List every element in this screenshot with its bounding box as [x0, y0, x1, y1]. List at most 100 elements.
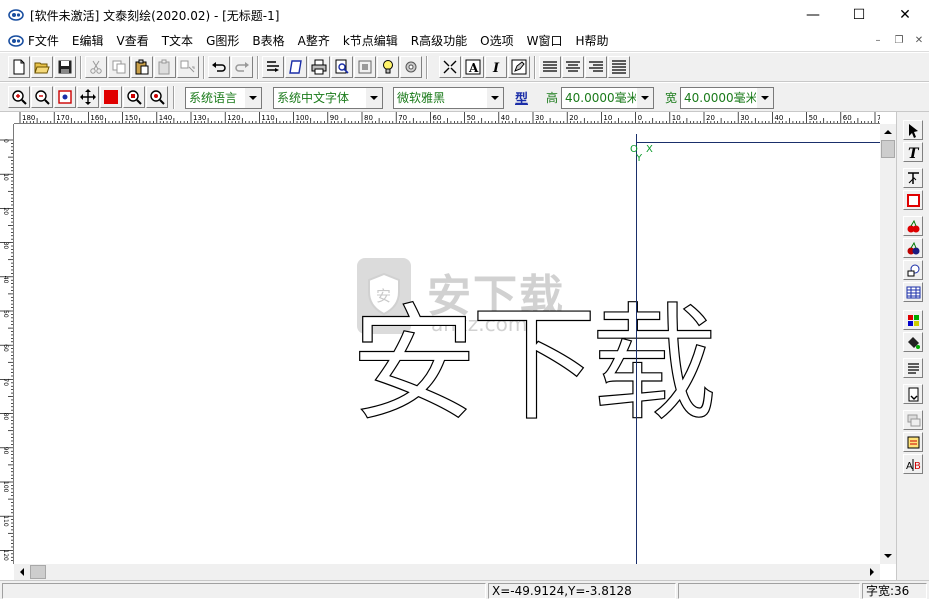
- pointer-arrow-icon: [908, 123, 918, 138]
- cut-button[interactable]: [85, 56, 107, 78]
- zoom-page-button[interactable]: [54, 86, 76, 108]
- zoom-selection-icon: [127, 90, 142, 105]
- mdi-minimize-button[interactable]: –: [870, 33, 886, 47]
- menu-graphics[interactable]: G图形: [206, 32, 239, 49]
- zoom-all-button[interactable]: [146, 86, 168, 108]
- arrange-button[interactable]: [439, 56, 461, 78]
- mdi-restore-button[interactable]: ❐: [891, 33, 907, 47]
- menu-options[interactable]: O选项: [480, 32, 513, 49]
- chevron-down-icon[interactable]: [486, 88, 503, 108]
- menu-view[interactable]: V查看: [117, 32, 149, 49]
- align-left-button[interactable]: [539, 56, 561, 78]
- save-button[interactable]: [54, 56, 76, 78]
- edit-text-button[interactable]: [508, 56, 530, 78]
- zoom-out-button[interactable]: [31, 86, 53, 108]
- layer-tool-button[interactable]: [903, 410, 923, 430]
- mdi-close-button[interactable]: ✕: [911, 33, 927, 47]
- text-replace-button[interactable]: AB: [903, 454, 923, 474]
- vertical-ruler[interactable]: 0 10 20 30 40 50 60 70 80 90 100 110 120: [0, 124, 14, 564]
- ruler-label: 60: [2, 344, 9, 352]
- horizontal-scroll-thumb[interactable]: [30, 565, 46, 579]
- page-setup-button[interactable]: [285, 56, 307, 78]
- menu-align[interactable]: A整齐: [298, 32, 330, 49]
- gear-icon: [405, 61, 417, 73]
- copy-button[interactable]: [108, 56, 130, 78]
- select-tool-button[interactable]: [903, 120, 923, 140]
- chevron-down-icon[interactable]: [756, 88, 773, 108]
- minimize-button[interactable]: —: [790, 0, 836, 30]
- width-field[interactable]: 40.0000毫米: [680, 87, 774, 109]
- vertical-scroll-thumb[interactable]: [881, 140, 895, 158]
- menu-help[interactable]: H帮助: [575, 32, 608, 49]
- horizontal-scrollbar[interactable]: [14, 564, 880, 580]
- width-label: 宽: [665, 91, 678, 105]
- svg-text:B: B: [914, 461, 921, 472]
- justify-button[interactable]: [608, 56, 630, 78]
- shape-button[interactable]: 型: [515, 88, 528, 107]
- fill-tool-button[interactable]: [903, 332, 923, 352]
- print-preview-button[interactable]: [331, 56, 353, 78]
- height-field[interactable]: 40.0000毫米: [561, 87, 654, 109]
- outlined-text-object[interactable]: 安下载: [350, 296, 717, 433]
- font-combo[interactable]: 微软雅黑: [393, 87, 504, 109]
- shape-tool-button[interactable]: [903, 260, 923, 280]
- new-file-button[interactable]: [8, 56, 30, 78]
- node-tool-button[interactable]: [903, 168, 923, 188]
- close-button[interactable]: ✕: [882, 0, 928, 30]
- ruler-label: 30: [740, 114, 749, 122]
- chevron-down-icon[interactable]: [244, 88, 261, 108]
- paragraph-tool-button[interactable]: [903, 358, 923, 378]
- zoom-selection-button[interactable]: [123, 86, 145, 108]
- horizontal-ruler[interactable]: 180 170 160 150 140 130 120 110 100 90 80 70 60 50 40 3…: [14, 112, 880, 124]
- menu-text[interactable]: T文本: [162, 32, 193, 49]
- open-file-button[interactable]: [31, 56, 53, 78]
- import-button[interactable]: [262, 56, 284, 78]
- text-frame-button[interactable]: A: [462, 56, 484, 78]
- align-right-button[interactable]: [585, 56, 607, 78]
- chevron-down-icon[interactable]: [365, 88, 382, 108]
- cut-plot-button[interactable]: [903, 384, 923, 404]
- paste-button[interactable]: [131, 56, 153, 78]
- drawing-canvas[interactable]: 安 安下载 anxz.com 安下载 O X Y: [15, 125, 880, 564]
- menu-table[interactable]: B表格: [252, 32, 284, 49]
- vertical-scrollbar[interactable]: [880, 124, 896, 564]
- zoom-in-button[interactable]: [8, 86, 30, 108]
- clone-button[interactable]: [177, 56, 199, 78]
- tip-button[interactable]: [377, 56, 399, 78]
- language-combo[interactable]: 系统语言: [185, 87, 262, 109]
- menu-file[interactable]: F文件: [28, 32, 59, 49]
- scroll-up-button[interactable]: [880, 124, 896, 140]
- menu-window[interactable]: W窗口: [527, 32, 563, 49]
- document-logo-icon[interactable]: [8, 33, 24, 49]
- scroll-right-button[interactable]: [864, 564, 880, 580]
- table-tool-button[interactable]: [903, 282, 923, 302]
- chevron-down-icon[interactable]: [636, 88, 653, 108]
- ruler-label: 0: [2, 139, 9, 143]
- menu-edit[interactable]: E编辑: [72, 32, 104, 49]
- menu-node-edit[interactable]: k节点编辑: [343, 32, 398, 49]
- justify-icon: [612, 60, 626, 74]
- paste-special-button[interactable]: [154, 56, 176, 78]
- align-center-button[interactable]: [562, 56, 584, 78]
- rectangle-tool-button[interactable]: [903, 190, 923, 210]
- menu-advanced[interactable]: R高级功能: [411, 32, 467, 49]
- text-tool-button[interactable]: T: [903, 142, 923, 162]
- shadow-tool-button[interactable]: [903, 238, 923, 258]
- scroll-left-button[interactable]: [14, 564, 30, 580]
- pan-button[interactable]: [77, 86, 99, 108]
- italic-button[interactable]: I: [485, 56, 507, 78]
- effect-tool-button[interactable]: [903, 216, 923, 236]
- redo-button[interactable]: [231, 56, 253, 78]
- output-tool-button[interactable]: [903, 432, 923, 452]
- undo-button[interactable]: [208, 56, 230, 78]
- ruler-label: 10: [603, 114, 612, 122]
- charset-combo[interactable]: 系统中文字体: [273, 87, 383, 109]
- maximize-button[interactable]: ☐: [836, 0, 882, 30]
- frame-button[interactable]: [354, 56, 376, 78]
- color-button[interactable]: [100, 86, 122, 108]
- edit-pencil-icon: [511, 59, 527, 75]
- print-button[interactable]: [308, 56, 330, 78]
- scroll-down-button[interactable]: [880, 548, 896, 564]
- settings-button[interactable]: [400, 56, 422, 78]
- color-palette-button[interactable]: [903, 310, 923, 330]
